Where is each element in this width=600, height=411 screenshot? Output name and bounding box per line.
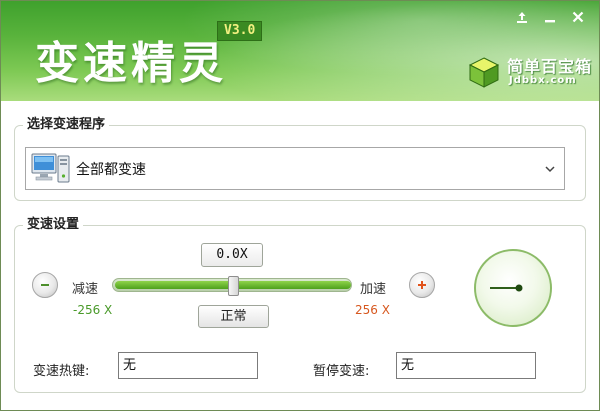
cube-logo-icon [468, 57, 500, 88]
chevron-down-icon [545, 166, 555, 173]
program-group-title: 选择变速程序 [23, 117, 110, 133]
dial-needle-icon [490, 284, 523, 292]
decrease-label: 减速 [72, 282, 99, 297]
speed-group-title: 变速设置 [23, 217, 84, 233]
brand-url: Jdbbx.com [509, 75, 577, 86]
speed-hotkey-input[interactable]: 无 [118, 352, 258, 379]
pause-hotkey-input[interactable]: 无 [396, 352, 536, 379]
app-title: 变速精灵 [35, 38, 227, 89]
speed-hotkey-label: 变速热键: [33, 364, 90, 379]
minus-icon [41, 284, 49, 286]
normal-speed-button[interactable]: 正常 [198, 305, 269, 328]
app-window: 变速精灵 V3.0 简单百宝箱 Jdbbx.com 选择变速程序 全部都变速 变… [0, 0, 600, 411]
window-controls [511, 7, 589, 27]
program-select[interactable]: 全部都变速 [25, 147, 565, 190]
min-speed-value: -256 X [73, 303, 113, 317]
speed-dial [474, 249, 552, 327]
pause-hotkey-label: 暂停变速: [313, 364, 370, 379]
brand-logo: 简单百宝箱 Jdbbx.com [467, 53, 591, 93]
close-icon [572, 11, 584, 23]
program-select-value: 全部都变速 [76, 161, 146, 178]
max-speed-value: 256 X [355, 303, 390, 317]
computer-icon [30, 151, 72, 187]
brand-name: 简单百宝箱 [507, 57, 593, 76]
speed-value-display: 0.0X [201, 243, 263, 267]
minimize-button[interactable] [539, 7, 561, 27]
speed-slider-thumb[interactable] [228, 276, 239, 296]
plus-icon [418, 281, 426, 289]
decrease-speed-button[interactable] [32, 272, 58, 298]
version-badge: V3.0 [217, 21, 263, 41]
program-group: 选择变速程序 全部都变速 [14, 117, 586, 201]
speed-group: 变速设置 0.0X 减速 加速 -256 X 256 X 正常 变速热键: 无 … [14, 217, 586, 393]
close-button[interactable] [567, 7, 589, 27]
header-banner: 变速精灵 V3.0 简单百宝箱 Jdbbx.com [1, 1, 599, 101]
share-button[interactable] [511, 7, 533, 27]
increase-label: 加速 [360, 282, 387, 297]
upload-icon [517, 12, 527, 23]
increase-speed-button[interactable] [409, 272, 435, 298]
minimize-icon [545, 20, 555, 23]
